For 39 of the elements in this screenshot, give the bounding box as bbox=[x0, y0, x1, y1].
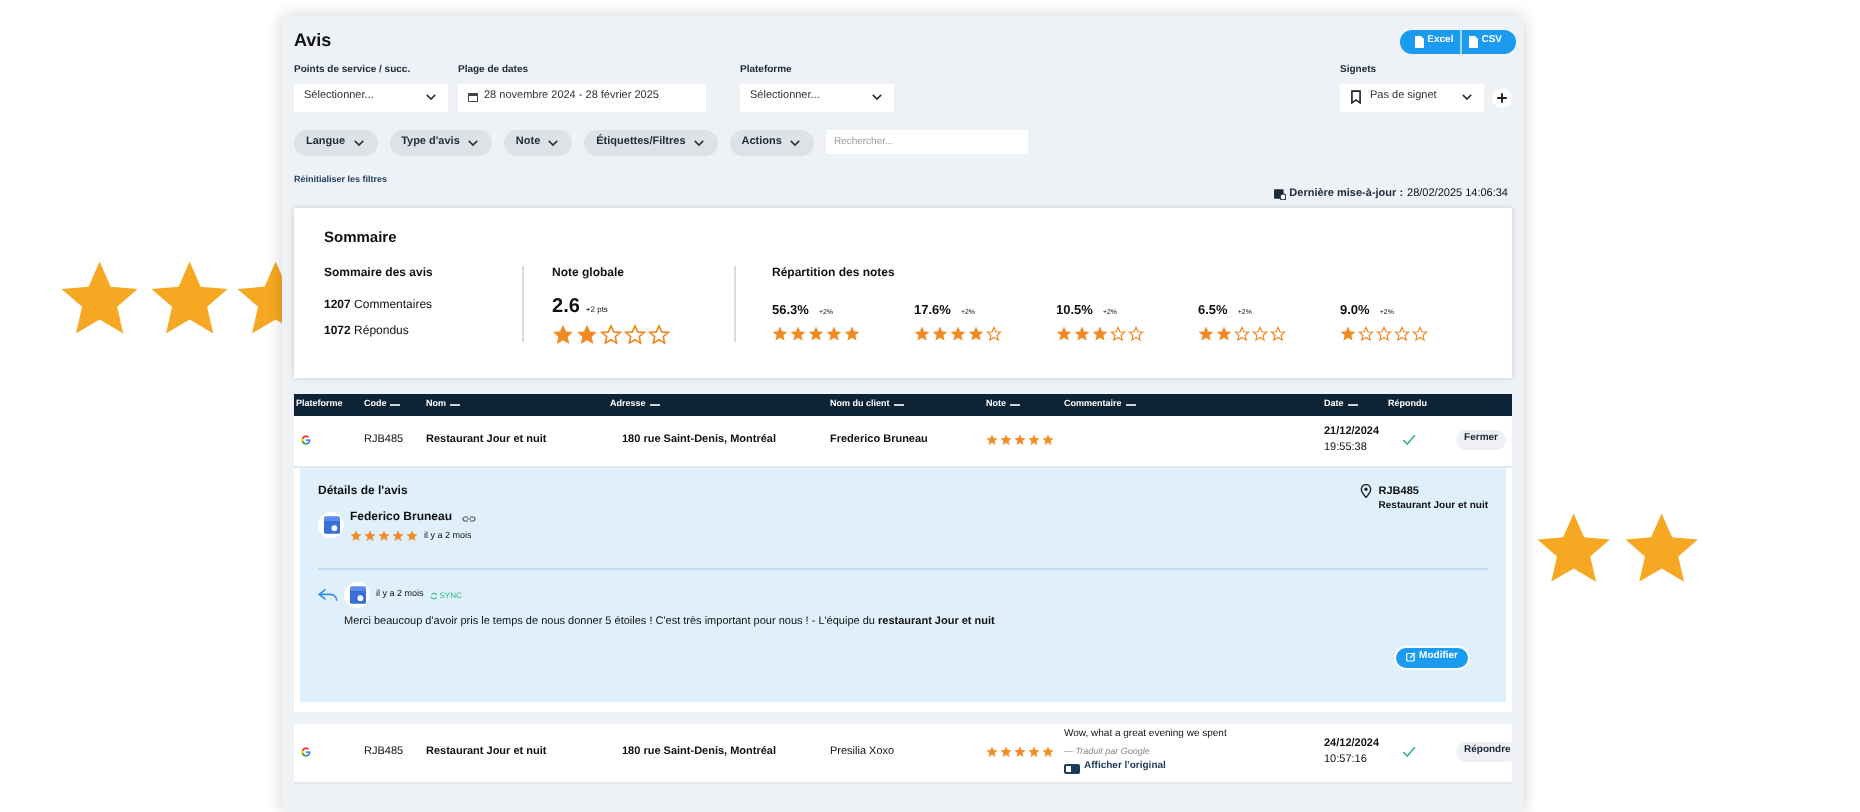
star-icon bbox=[576, 323, 599, 346]
star-icon bbox=[1536, 512, 1612, 588]
chevron-down-icon bbox=[465, 135, 480, 149]
file-icon bbox=[1413, 36, 1424, 48]
file-icon bbox=[1467, 36, 1478, 48]
chevron-down-icon bbox=[351, 135, 366, 149]
sort-icon[interactable] bbox=[390, 401, 401, 407]
calendar-icon bbox=[468, 92, 478, 102]
sort-icon[interactable] bbox=[893, 401, 904, 407]
score-value: 2.6 bbox=[552, 293, 580, 322]
sort-icon[interactable] bbox=[1010, 401, 1020, 407]
star-icon bbox=[1624, 512, 1700, 588]
chevron-down-icon bbox=[691, 135, 706, 149]
location-pin-icon bbox=[1360, 483, 1373, 497]
sort-icon[interactable] bbox=[1125, 401, 1136, 407]
star-icon bbox=[552, 323, 575, 346]
reply-arrow-icon bbox=[318, 588, 338, 603]
store-avatar-icon bbox=[318, 512, 344, 539]
sort-icon[interactable] bbox=[1347, 401, 1358, 407]
platform-icon bbox=[300, 434, 312, 446]
chevron-down-icon bbox=[1460, 90, 1474, 104]
platform-icon bbox=[300, 746, 312, 758]
add-button[interactable] bbox=[1492, 87, 1512, 107]
star-icon bbox=[1340, 325, 1356, 341]
link-icon[interactable] bbox=[462, 513, 477, 523]
store-avatar-icon bbox=[344, 582, 370, 609]
translate-icon bbox=[1064, 763, 1080, 774]
calendar-clock-icon bbox=[1273, 188, 1286, 201]
sort-icon[interactable] bbox=[450, 401, 460, 407]
sync-icon bbox=[429, 591, 438, 600]
plus-icon bbox=[1496, 91, 1508, 103]
chevron-down-icon bbox=[870, 90, 884, 104]
page-title: Avis bbox=[294, 28, 332, 55]
chevron-down-icon bbox=[424, 90, 438, 104]
chevron-down-icon bbox=[546, 135, 561, 149]
sort-icon[interactable] bbox=[649, 401, 660, 407]
chevron-down-icon bbox=[787, 135, 802, 149]
bookmark-icon bbox=[1350, 90, 1362, 104]
edit-icon bbox=[1405, 652, 1416, 662]
